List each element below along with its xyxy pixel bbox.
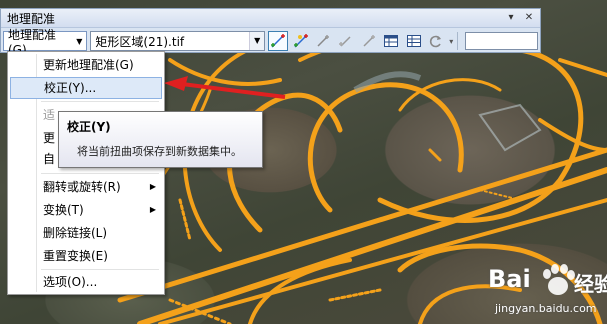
scale-input[interactable] [465, 32, 538, 50]
rotate-icon[interactable] [359, 31, 379, 51]
red-arrow-annotation [164, 76, 286, 99]
layer-select-value: 矩形区域(21).tif [95, 34, 185, 49]
menu-item-label: 删除链接(L) [43, 226, 108, 240]
tooltip-title: 校正(Y) [67, 120, 111, 134]
submenu-arrow-icon: ▶ [149, 205, 156, 214]
tooltip-description: 将当前扭曲项保存到新数据集中。 [77, 145, 242, 158]
toolbar-options-icon[interactable]: ▾ [504, 11, 518, 25]
submenu-arrow-icon: ▶ [149, 182, 156, 191]
toolbar-controls: 地理配准(G) ▼ 矩形区域(21).tif ▼ ▾ [3, 28, 538, 57]
georeferencing-menu-button[interactable]: 地理配准(G) ▼ [3, 28, 88, 57]
watermark-url: jingyan.baidu.com [495, 302, 597, 315]
toolbar-title-bar[interactable]: 地理配准 ▾ ✕ [1, 9, 540, 28]
toolbar-title: 地理配准 [7, 11, 56, 26]
menu-separator [41, 269, 159, 270]
view-link-table-icon[interactable] [404, 31, 424, 51]
menu-item-label: 校正(Y)... [44, 81, 97, 95]
watermark-brand: Bai [488, 265, 531, 293]
chevron-down-icon[interactable]: ▼ [249, 32, 265, 50]
menu-separator [41, 101, 159, 102]
georeferencing-dropdown-menu: 更新地理配准(G) 校正(Y)... 适 更 自 翻转或旋转(R) ▶ 变换(T… [7, 51, 165, 295]
rectify-tooltip: 校正(Y) 将当前扭曲项保存到新数据集中。 [58, 111, 263, 168]
select-link-icon[interactable] [314, 31, 334, 51]
menu-item-label: 自 [43, 152, 56, 166]
menu-item-label: 变换(T) [43, 203, 84, 217]
auto-match-icon[interactable] [291, 31, 311, 51]
chevron-down-icon[interactable]: ▾ [449, 37, 453, 46]
menu-item-transformation[interactable]: 变换(T) ▶ [10, 199, 162, 221]
redo-icon[interactable] [427, 31, 447, 51]
menu-item-label: 选项(O)... [43, 275, 98, 289]
menu-separator [41, 173, 159, 174]
layer-select[interactable]: 矩形区域(21).tif ▼ [90, 31, 266, 51]
menu-item-rectify[interactable]: 校正(Y)... [10, 77, 162, 99]
zoom-to-selected-icon[interactable] [336, 31, 356, 51]
add-control-points-icon[interactable] [268, 31, 288, 51]
menu-item-update-georeferencing[interactable]: 更新地理配准(G) [10, 54, 162, 76]
menu-item-label: 更 [43, 131, 56, 145]
menu-item-flip-or-rotate[interactable]: 翻转或旋转(R) ▶ [10, 176, 162, 198]
georeferencing-toolbar: 地理配准 ▾ ✕ 地理配准(G) ▼ 矩形区域(21).tif ▼ ▾ [0, 8, 541, 57]
menu-item-delete-links[interactable]: 删除链接(L) [10, 222, 162, 244]
menu-item-label: 翻转或旋转(R) [43, 180, 121, 194]
view-table-icon[interactable] [381, 31, 401, 51]
menu-item-label: 重置变换(E) [43, 249, 108, 263]
watermark-brand-cn: 经验 [574, 272, 607, 296]
menu-item-label: 适 [43, 108, 56, 122]
baidu-watermark: Bai 经验 jingyan.baidu.com [458, 262, 607, 322]
menu-item-label: 更新地理配准(G) [43, 58, 134, 72]
close-icon[interactable]: ✕ [522, 11, 536, 25]
chevron-down-icon: ▼ [76, 36, 83, 46]
menu-item-options[interactable]: 选项(O)... [10, 271, 162, 293]
toolbar-separator [457, 32, 459, 50]
baidu-paw-icon [543, 264, 575, 295]
menu-item-reset-transformation[interactable]: 重置变换(E) [10, 245, 162, 267]
